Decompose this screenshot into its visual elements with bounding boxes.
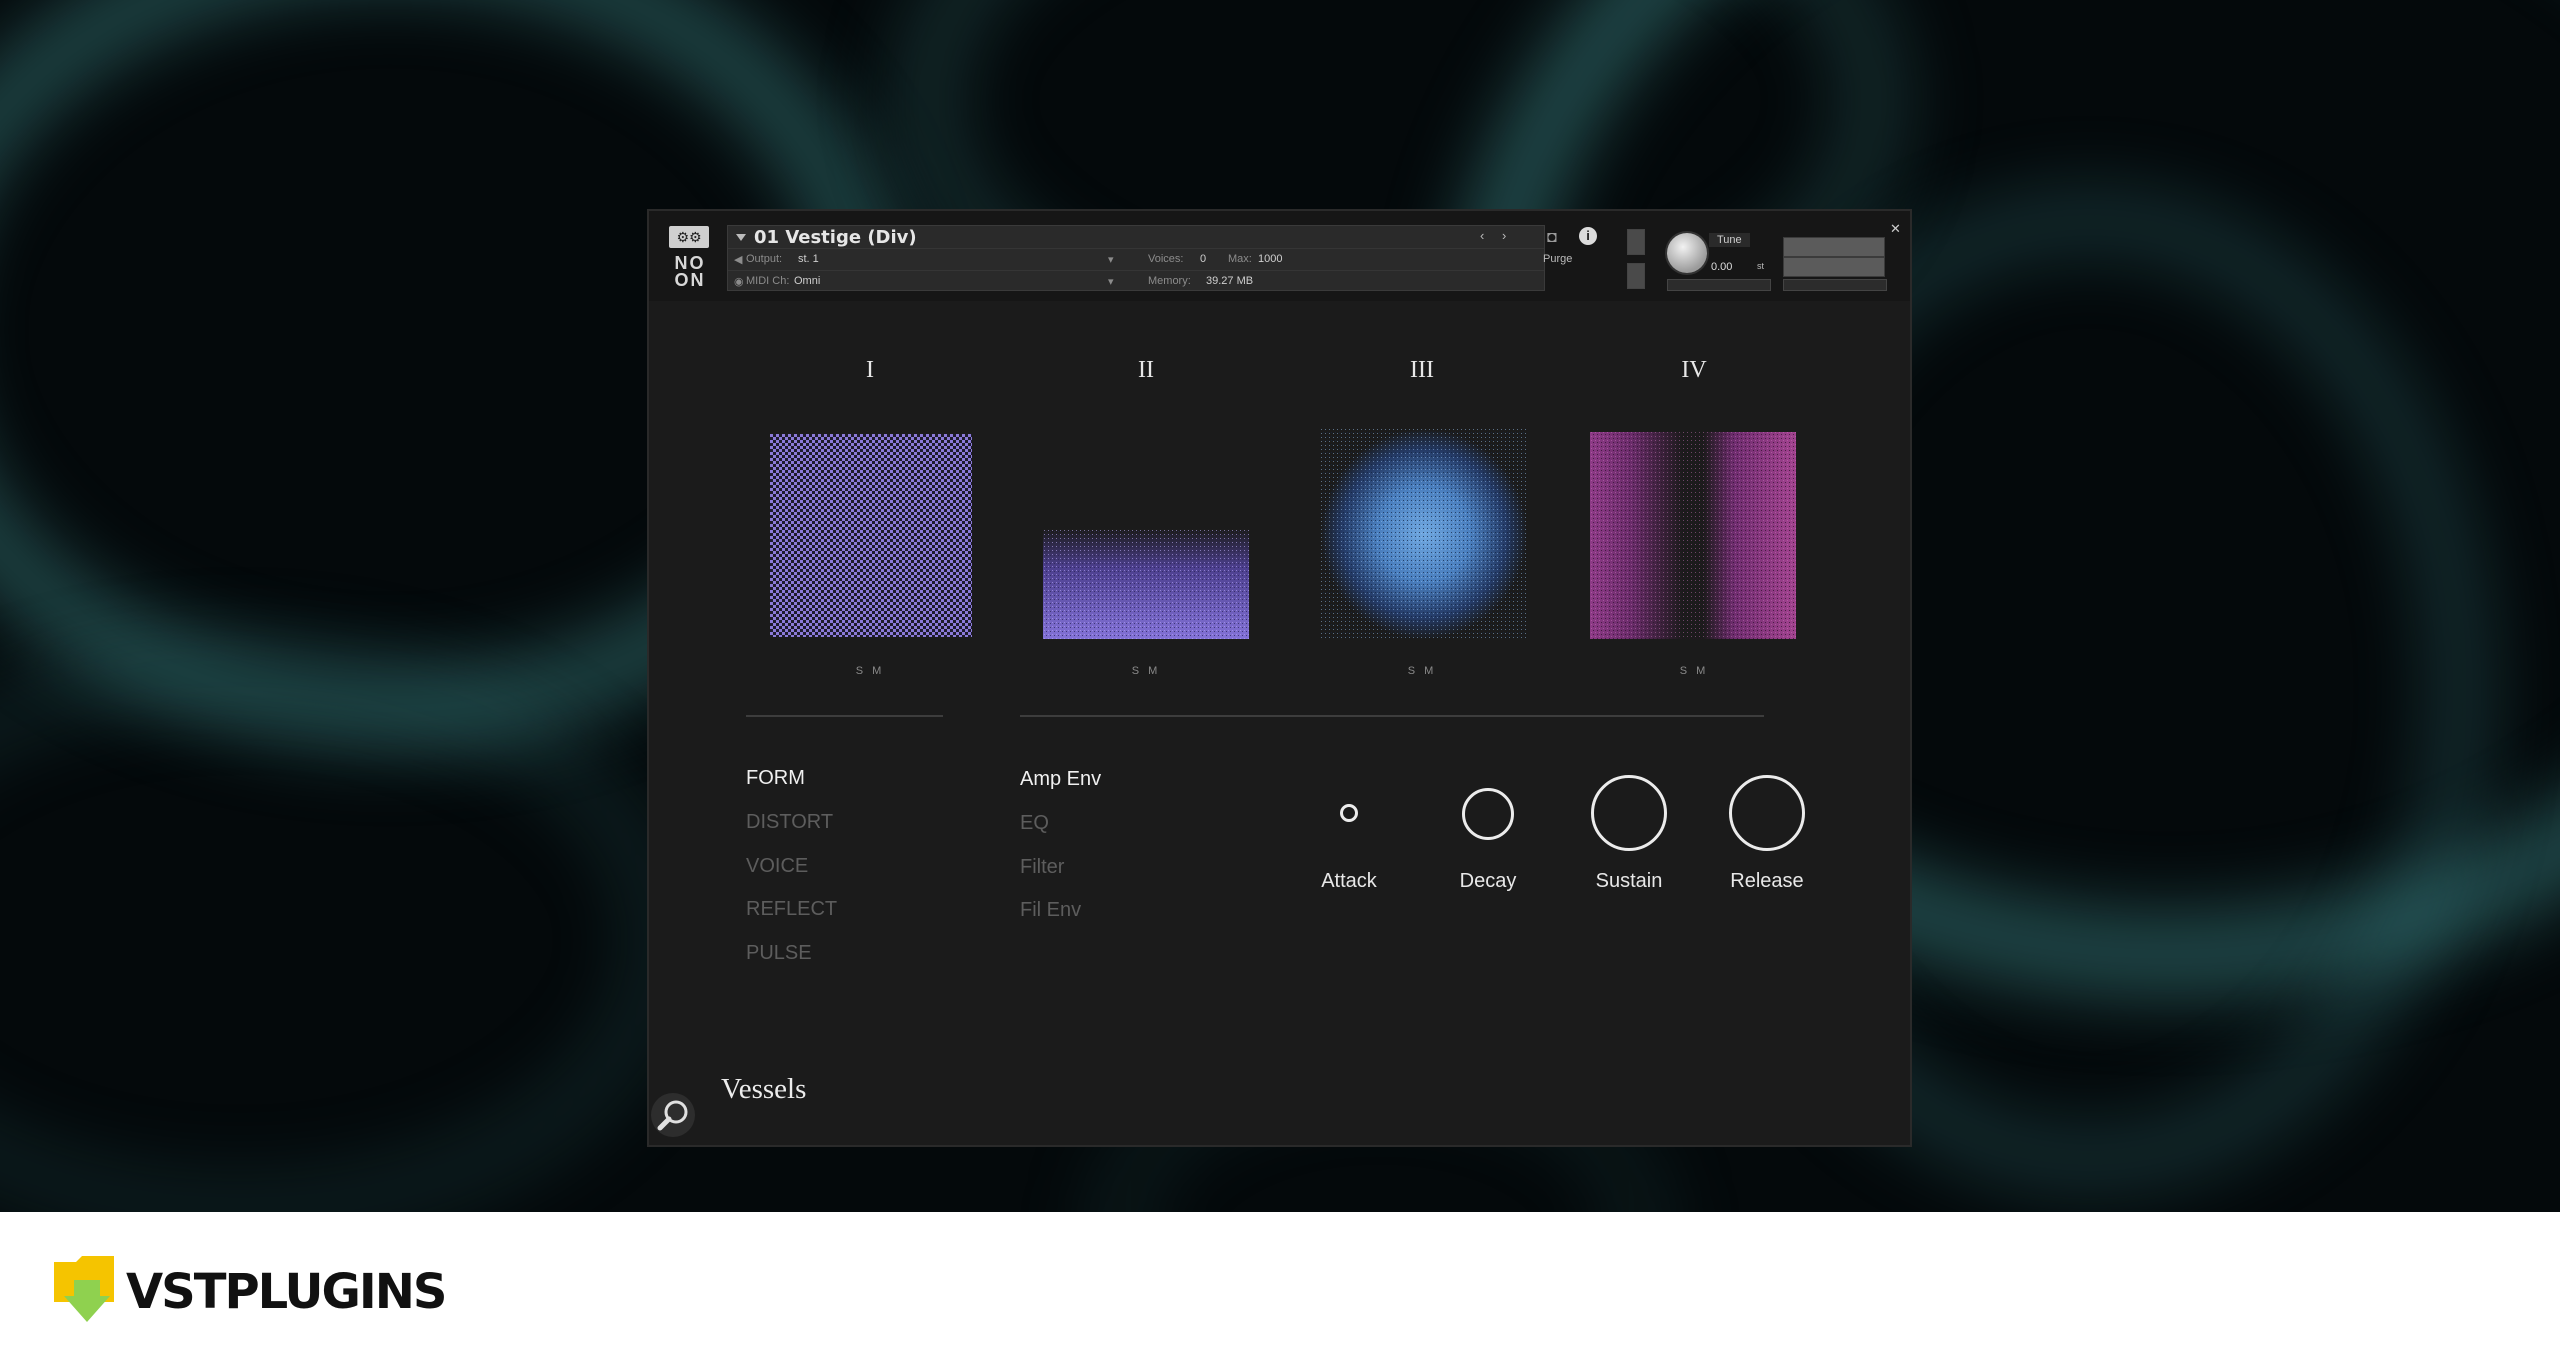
midi-channel-value[interactable]: Omni xyxy=(794,275,820,287)
midi-icon: ◉ xyxy=(734,276,744,288)
output-value[interactable]: st. 1 xyxy=(798,253,819,265)
menu-item-eq[interactable]: EQ xyxy=(1020,812,1049,835)
site-banner: VSTPLUGINS xyxy=(0,1212,2560,1357)
instrument-info-box: 01 Vestige (Div) ‹ › ◀ Output: st. 1 ▾ V… xyxy=(727,225,1545,291)
product-name: Vessels xyxy=(721,1073,807,1105)
sustain-label: Sustain xyxy=(1595,870,1663,892)
tune-knob[interactable] xyxy=(1667,233,1707,273)
solo-button[interactable] xyxy=(1627,229,1645,255)
layer-1-mute-button[interactable]: M xyxy=(872,665,890,677)
layer-2-solo-button[interactable]: S xyxy=(1132,665,1148,677)
layer-2-mute-button[interactable]: M xyxy=(1148,665,1166,677)
pan-slider[interactable] xyxy=(1667,279,1771,291)
vstplugins-logo-icon xyxy=(54,1256,114,1322)
layer-4-visual[interactable] xyxy=(1590,432,1796,639)
layer-3-mute-button[interactable]: M xyxy=(1424,665,1442,677)
layer-3-visual[interactable] xyxy=(1321,429,1527,639)
instrument-name[interactable]: 01 Vestige (Div) xyxy=(754,227,917,248)
layer-2-visual[interactable] xyxy=(1043,529,1249,639)
mute-button[interactable] xyxy=(1627,263,1645,289)
speaker-icon: ◀ xyxy=(734,254,743,266)
divider-left xyxy=(746,715,943,717)
info-icon[interactable]: i xyxy=(1579,227,1597,245)
brand-mark-bottom: ON xyxy=(674,270,706,290)
output-label: Output: xyxy=(746,253,783,265)
magnifier-icon xyxy=(657,1100,688,1131)
layer-3-numeral[interactable]: III xyxy=(1392,357,1452,384)
max-label: Max: xyxy=(1228,253,1252,265)
layer-2-solo-mute: SM xyxy=(1119,665,1179,677)
prev-instrument-icon[interactable]: ‹ xyxy=(1480,228,1484,243)
zoom-button[interactable] xyxy=(651,1093,695,1137)
release-knob[interactable] xyxy=(1729,775,1805,851)
sustain-knob[interactable] xyxy=(1591,775,1667,851)
plugin-window: ⚙⚙ NO ON 01 Vestige (Div) ‹ › ◀ Output: … xyxy=(649,211,1910,1145)
layer-1-numeral[interactable]: I xyxy=(840,357,900,384)
layer-4-solo-mute: SM xyxy=(1667,665,1727,677)
menu-item-form[interactable]: FORM xyxy=(746,767,805,790)
close-icon[interactable]: ✕ xyxy=(1890,221,1901,237)
instrument-header: ⚙⚙ NO ON 01 Vestige (Div) ‹ › ◀ Output: … xyxy=(649,211,1910,301)
tune-value[interactable]: 0.00 xyxy=(1711,261,1732,273)
midi-dropdown-icon[interactable]: ▾ xyxy=(1108,275,1114,288)
attack-knob[interactable] xyxy=(1340,804,1358,822)
brand-mark: NO ON xyxy=(665,254,715,290)
layer-1-solo-mute: SM xyxy=(843,665,903,677)
max-voices-value[interactable]: 1000 xyxy=(1258,253,1282,265)
tune-label: Tune xyxy=(1709,233,1750,247)
instrument-controls: ◘ i Purge Tune 0.00 st ✕ xyxy=(1543,221,1901,293)
tune-unit: st xyxy=(1757,261,1765,271)
menu-item-amp-env[interactable]: Amp Env xyxy=(1020,768,1101,791)
menu-item-pulse[interactable]: PULSE xyxy=(746,942,812,965)
release-label: Release xyxy=(1730,870,1804,892)
camera-icon[interactable]: ◘ xyxy=(1547,229,1557,247)
voices-label: Voices: xyxy=(1148,253,1184,265)
menu-item-filter[interactable]: Filter xyxy=(1020,856,1064,879)
layer-1-visual[interactable] xyxy=(770,434,972,637)
layer-4-solo-button[interactable]: S xyxy=(1680,665,1696,677)
menu-item-distort[interactable]: DISTORT xyxy=(746,811,833,834)
layer-1-solo-button[interactable]: S xyxy=(856,665,872,677)
voices-value: 0 xyxy=(1200,253,1207,265)
menu-item-fil-env[interactable]: Fil Env xyxy=(1020,899,1081,922)
menu-item-voice[interactable]: VOICE xyxy=(746,855,808,878)
layer-3-solo-button[interactable]: S xyxy=(1408,665,1424,677)
layer-4-numeral[interactable]: IV xyxy=(1664,357,1724,384)
decay-knob[interactable] xyxy=(1462,788,1514,840)
purge-button[interactable]: Purge xyxy=(1543,253,1572,265)
layer-3-solo-mute: SM xyxy=(1395,665,1455,677)
gear-icon[interactable]: ⚙⚙ xyxy=(669,226,709,248)
layer-2-numeral[interactable]: II xyxy=(1116,357,1176,384)
level-meter-left xyxy=(1783,237,1885,257)
level-meter-right xyxy=(1783,257,1885,277)
output-dropdown-icon[interactable]: ▾ xyxy=(1108,253,1114,266)
memory-label: Memory: xyxy=(1148,275,1191,287)
volume-slider[interactable] xyxy=(1783,279,1887,291)
decay-label: Decay xyxy=(1459,870,1517,892)
chevron-down-icon[interactable] xyxy=(736,234,746,241)
attack-label: Attack xyxy=(1321,870,1377,892)
layer-4-mute-button[interactable]: M xyxy=(1696,665,1714,677)
menu-item-reflect[interactable]: REFLECT xyxy=(746,898,837,921)
memory-value: 39.27 MB xyxy=(1206,275,1254,287)
divider-right-extension xyxy=(1464,715,1764,717)
next-instrument-icon[interactable]: › xyxy=(1502,228,1506,243)
midi-label: MIDI Ch: xyxy=(746,275,790,287)
divider-right xyxy=(1020,715,1464,717)
brand-name[interactable]: VSTPLUGINS xyxy=(126,1264,447,1320)
